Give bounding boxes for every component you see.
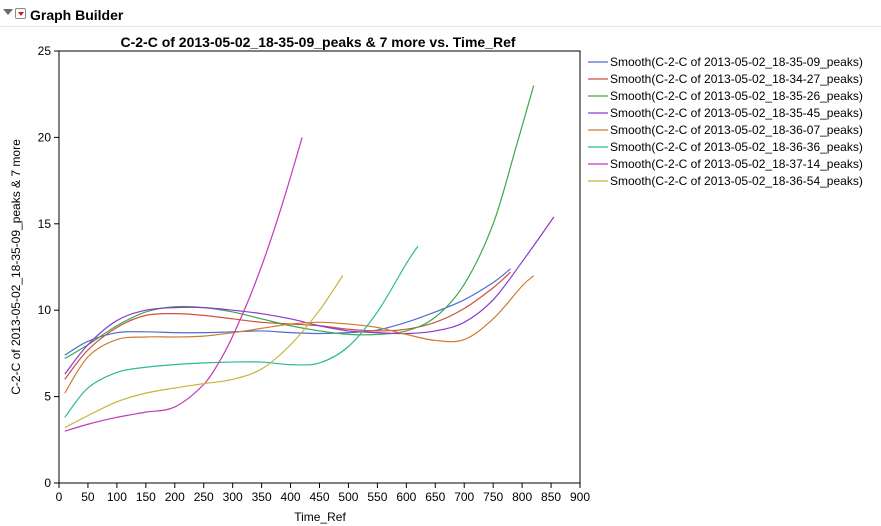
y-tick-label-3: 15	[38, 217, 52, 231]
x-tick-label-14: 700	[454, 490, 474, 504]
x-tick-label-7: 350	[252, 490, 272, 504]
x-tick-label-16: 800	[512, 490, 532, 504]
y-tick-label-5: 25	[38, 44, 52, 58]
red-triangle-menu-icon[interactable]	[15, 8, 26, 19]
app-title: Graph Builder	[30, 7, 124, 23]
legend-label-1: Smooth(C-2-C of 2013-05-02_18-34-27_peak…	[610, 72, 863, 86]
x-tick-label-5: 250	[194, 490, 214, 504]
plot-frame	[58, 50, 581, 484]
y-tick-label-1: 5	[44, 390, 51, 404]
legend-label-0: Smooth(C-2-C of 2013-05-02_18-35-09_peak…	[610, 55, 863, 69]
x-tick-label-15: 750	[483, 490, 503, 504]
legend-label-5: Smooth(C-2-C of 2013-05-02_18-36-36_peak…	[610, 140, 863, 154]
x-axis: 0 50 100 150 200 250 300 350 400 450 500 550 600 650 7…	[56, 483, 590, 504]
x-tick-label-2: 100	[107, 490, 127, 504]
x-axis-label: Time_Ref	[294, 510, 346, 524]
chart-title: C-2-C of 2013-05-02_18-35-09_peaks & 7 m…	[120, 34, 515, 50]
x-tick-label-18: 900	[570, 490, 590, 504]
y-axis-label: C-2-C of 2013-05-02_18-35-09_peaks & 7 m…	[9, 139, 23, 395]
legend-label-4: Smooth(C-2-C of 2013-05-02_18-36-07_peak…	[610, 123, 863, 137]
legend: Smooth(C-2-C of 2013-05-02_18-35-09_peak…	[588, 55, 863, 188]
y-tick-label-0: 0	[44, 476, 51, 490]
y-tick-label-2: 10	[38, 303, 52, 317]
x-tick-label-10: 500	[338, 490, 358, 504]
x-tick-label-1: 50	[81, 490, 95, 504]
x-tick-label-17: 850	[541, 490, 561, 504]
legend-label-3: Smooth(C-2-C of 2013-05-02_18-35-45_peak…	[610, 106, 863, 120]
x-tick-label-12: 600	[396, 490, 416, 504]
x-tick-label-4: 200	[165, 490, 185, 504]
x-tick-label-9: 450	[309, 490, 329, 504]
chart: C-2-C of 2013-05-02_18-35-09_peaks & 7 m…	[9, 34, 863, 524]
x-tick-label-0: 0	[56, 490, 63, 504]
legend-label-2: Smooth(C-2-C of 2013-05-02_18-35-26_peak…	[610, 89, 863, 103]
x-tick-label-8: 400	[281, 490, 301, 504]
x-tick-label-11: 550	[367, 490, 387, 504]
graph-builder-header: Graph Builder	[0, 0, 881, 27]
x-tick-label-3: 150	[136, 490, 156, 504]
x-tick-label-13: 650	[425, 490, 445, 504]
y-axis: 0 5 10 15 20 25	[38, 44, 59, 490]
disclosure-triangle-icon[interactable]	[3, 9, 13, 15]
legend-label-6: Smooth(C-2-C of 2013-05-02_18-37-14_peak…	[610, 157, 863, 171]
legend-label-7: Smooth(C-2-C of 2013-05-02_18-36-54_peak…	[610, 174, 863, 188]
x-tick-label-6: 300	[223, 490, 243, 504]
y-tick-label-4: 20	[38, 130, 52, 144]
